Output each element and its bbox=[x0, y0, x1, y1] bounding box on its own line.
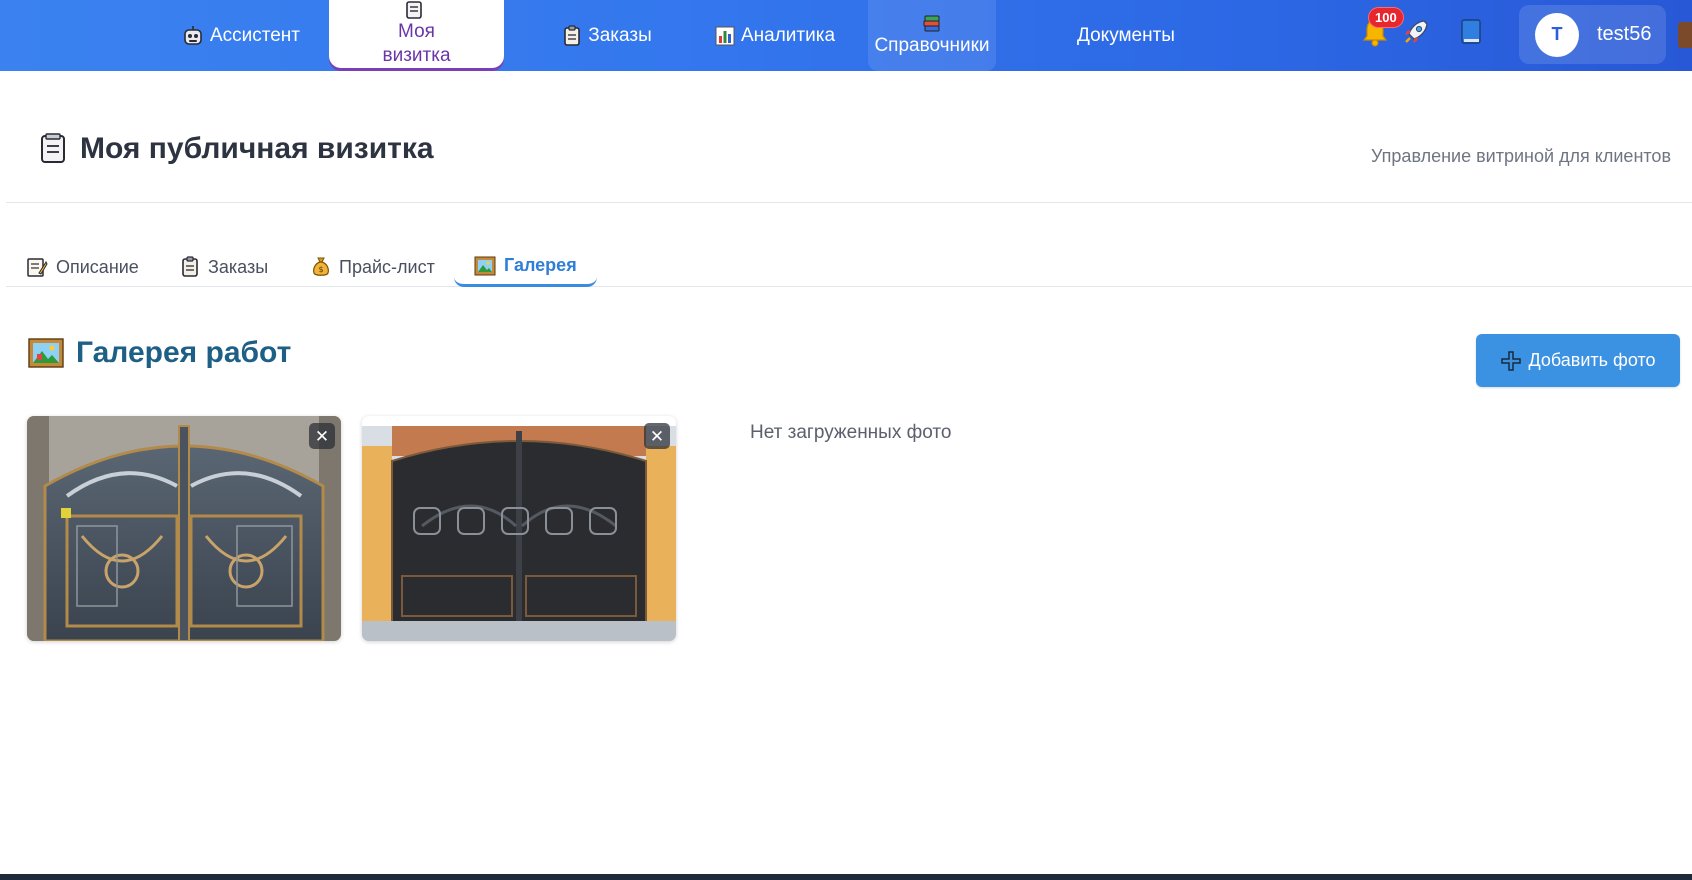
framed-picture-icon bbox=[28, 338, 64, 368]
gallery-title: Галерея работ bbox=[28, 336, 291, 370]
tab-description[interactable]: Описание bbox=[26, 247, 139, 287]
memo-icon bbox=[26, 256, 48, 278]
add-photo-button[interactable]: Добавить фото bbox=[1476, 334, 1680, 387]
nav-item-directories-label: Справочники bbox=[874, 34, 990, 56]
nav-item-analytics-label: Аналитика bbox=[740, 24, 836, 46]
page-subtitle: Управление витриной для клиентов bbox=[1371, 146, 1671, 166]
tab-price-list-label: Прайс-лист bbox=[339, 256, 435, 277]
clipboard-icon bbox=[562, 24, 582, 47]
tab-orders[interactable]: Заказы bbox=[180, 247, 268, 287]
header-divider bbox=[6, 202, 1692, 203]
svg-text:$: $ bbox=[318, 265, 323, 274]
gallery-title-text: Галерея работ bbox=[76, 336, 292, 369]
username: test56 bbox=[1597, 23, 1652, 45]
card-icon bbox=[404, 0, 424, 20]
tab-gallery-label: Галерея bbox=[504, 255, 577, 275]
plus-icon bbox=[1500, 350, 1522, 372]
clipboard-icon bbox=[180, 256, 200, 278]
page-title: Моя публичная визитка bbox=[38, 132, 434, 166]
notifications-badge: 100 bbox=[1368, 7, 1404, 28]
page-title-text: Моя публичная визитка bbox=[80, 132, 434, 165]
nav-item-documents[interactable]: Документы bbox=[1068, 0, 1184, 71]
book-icon bbox=[1459, 18, 1483, 51]
tab-orders-label: Заказы bbox=[208, 256, 269, 277]
tab-description-label: Описание bbox=[56, 256, 139, 277]
gallery-photo[interactable]: ✕ bbox=[27, 416, 341, 641]
tab-price-list[interactable]: $ Прайс-лист bbox=[311, 247, 435, 287]
tab-bar: Описание Заказы $ Прайс-лист Галерея bbox=[6, 247, 1692, 287]
remove-photo-button[interactable]: ✕ bbox=[309, 423, 335, 449]
avatar: T bbox=[1535, 12, 1579, 57]
top-navbar: Ассистент Моя визитка Заказы Аналитика С… bbox=[0, 0, 1692, 71]
empty-gallery-message: Нет загруженных фото bbox=[750, 422, 952, 443]
door-icon[interactable] bbox=[1678, 22, 1692, 48]
user-menu[interactable]: T test56 bbox=[1519, 5, 1666, 64]
rocket-icon bbox=[1402, 18, 1430, 51]
card-icon bbox=[38, 133, 68, 165]
boost-button[interactable] bbox=[1401, 19, 1431, 49]
books-icon bbox=[922, 14, 942, 34]
nav-item-analytics[interactable]: Аналитика bbox=[711, 0, 839, 71]
nav-item-orders-label: Заказы bbox=[588, 24, 652, 46]
robot-icon bbox=[182, 25, 204, 47]
tab-gallery[interactable]: Галерея bbox=[454, 247, 597, 287]
nav-item-orders[interactable]: Заказы bbox=[552, 0, 662, 71]
nav-item-assistant[interactable]: Ассистент bbox=[170, 0, 312, 71]
status-bar bbox=[0, 874, 1692, 880]
nav-item-directories[interactable]: Справочники bbox=[868, 0, 996, 71]
gate-photo-image bbox=[362, 416, 676, 641]
guide-button[interactable] bbox=[1456, 18, 1486, 51]
nav-item-documents-label: Документы bbox=[1077, 24, 1175, 46]
nav-item-my-card-label: Моя визитка bbox=[382, 21, 451, 66]
gate-photo-image bbox=[27, 416, 341, 641]
money-bag-icon: $ bbox=[311, 256, 331, 278]
add-photo-button-label: Добавить фото bbox=[1528, 350, 1656, 370]
nav-item-assistant-label: Ассистент bbox=[209, 24, 301, 46]
framed-picture-icon bbox=[474, 256, 496, 276]
gallery-photo[interactable]: ✕ bbox=[362, 416, 676, 641]
bar-chart-icon bbox=[715, 26, 735, 46]
remove-photo-button[interactable]: ✕ bbox=[644, 423, 670, 449]
nav-item-my-card[interactable]: Моя визитка bbox=[329, 0, 504, 68]
